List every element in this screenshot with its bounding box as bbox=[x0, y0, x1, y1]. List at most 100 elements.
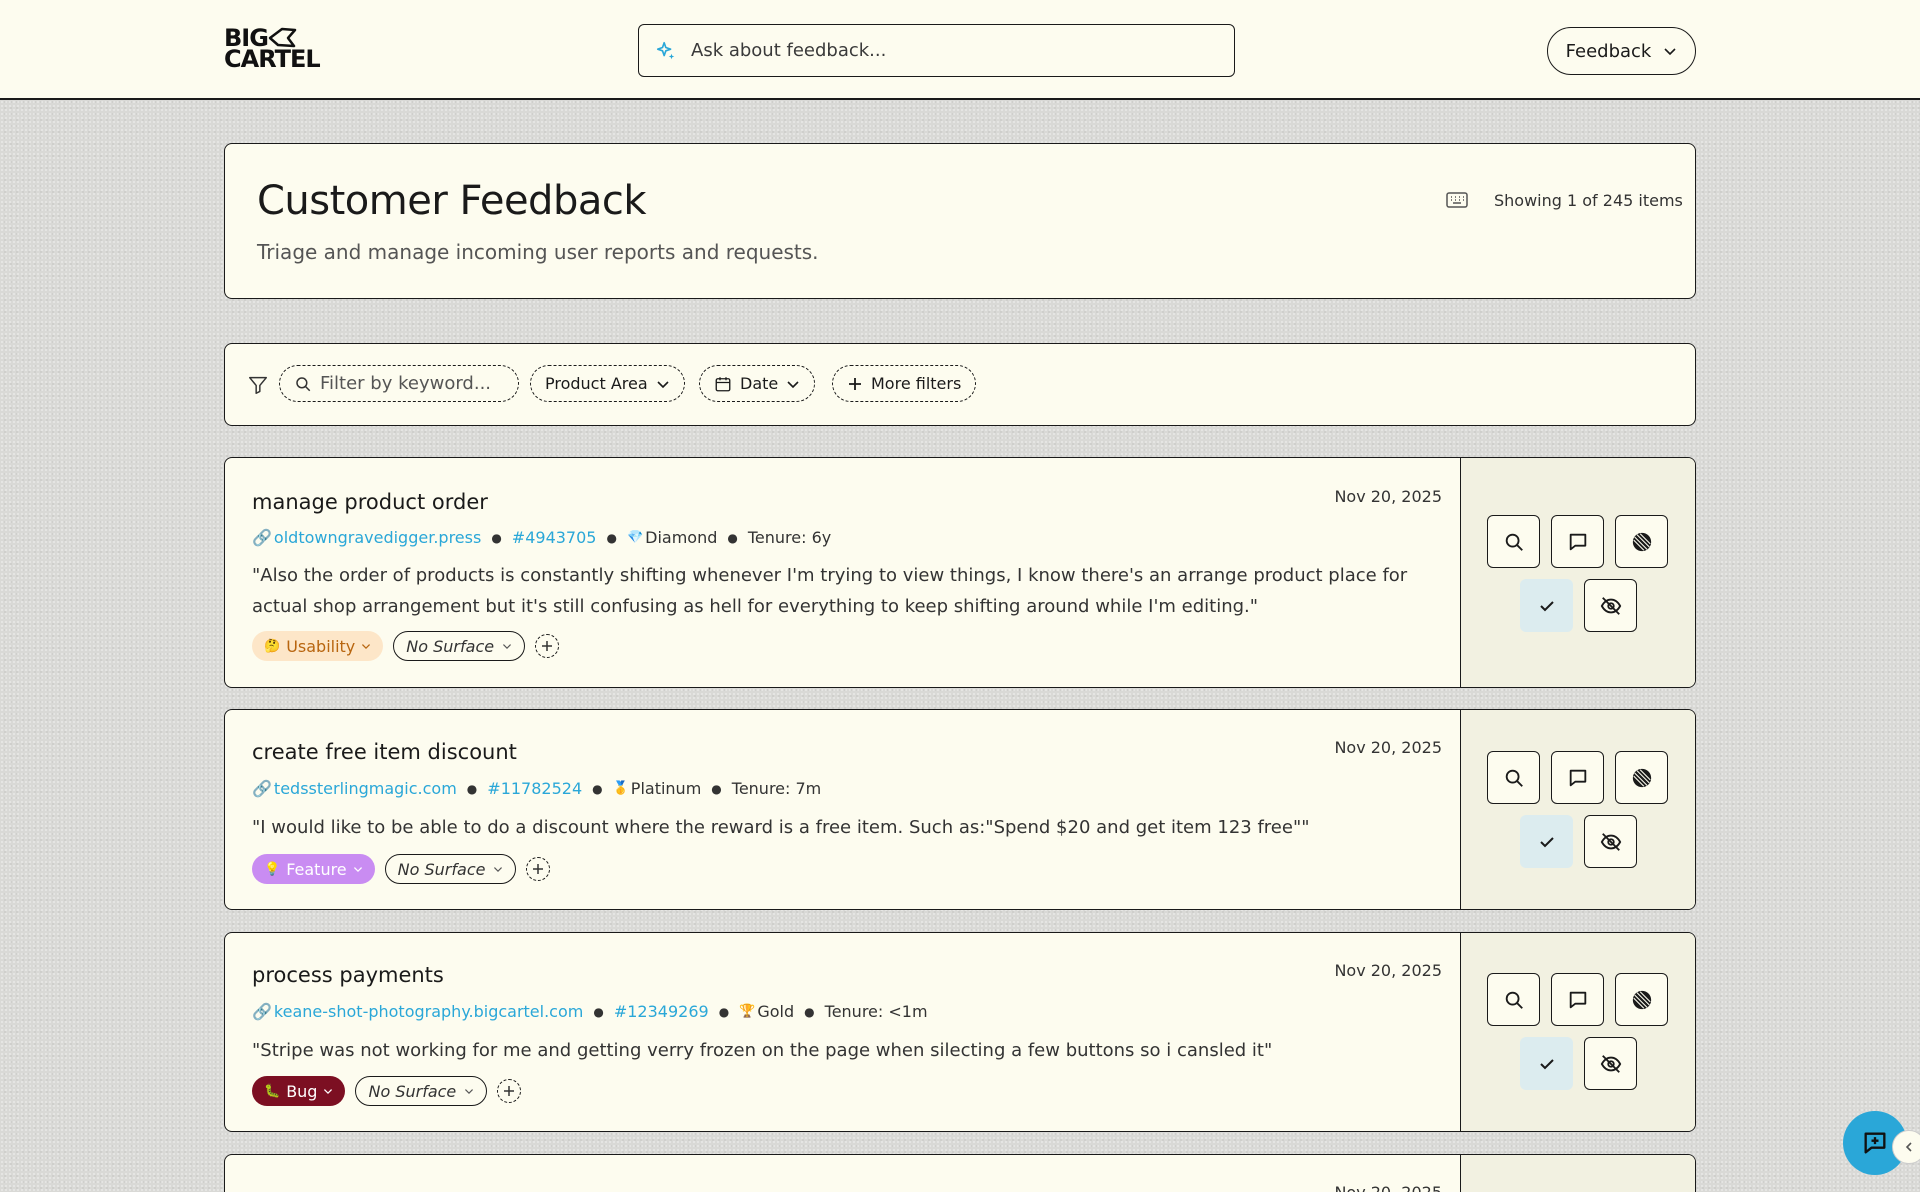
separator-dot: ● bbox=[466, 781, 478, 796]
keyword-filter-input[interactable]: Filter by keyword... bbox=[279, 365, 519, 402]
feedback-tags: 🤔 Usability No Surface bbox=[252, 631, 560, 661]
message-icon bbox=[1569, 533, 1586, 550]
category-tag-label: Usability bbox=[286, 636, 356, 656]
separator-dot: ● bbox=[592, 781, 603, 796]
tier-label: Diamond bbox=[645, 528, 718, 547]
feedback-card[interactable]: manage product order Nov 20, 2025 🔗 oldt… bbox=[224, 457, 1696, 688]
add-tag-button[interactable] bbox=[526, 857, 551, 881]
surface-dropdown[interactable]: No Surface bbox=[384, 854, 517, 884]
check-icon bbox=[1539, 1058, 1554, 1069]
add-tag-button[interactable] bbox=[535, 634, 560, 658]
surface-dropdown[interactable]: No Surface bbox=[393, 631, 526, 661]
collapse-panel-button[interactable] bbox=[1892, 1130, 1920, 1164]
comment-button[interactable] bbox=[1551, 973, 1604, 1026]
link-icon: 🔗 bbox=[252, 1002, 272, 1021]
top-bar: BIG CARTEL Ask about feedback... Feedbac… bbox=[0, 0, 1920, 100]
feedback-quote: "I would like to be able to do a discoun… bbox=[252, 817, 1310, 838]
chevron-down-icon bbox=[494, 867, 503, 872]
big-cartel-logo[interactable]: BIG CARTEL bbox=[224, 26, 328, 74]
eye-off-icon bbox=[1600, 596, 1621, 615]
resolve-button[interactable] bbox=[1520, 1037, 1573, 1090]
feedback-title[interactable]: process payments bbox=[252, 963, 444, 987]
linear-icon bbox=[1632, 532, 1651, 551]
link-icon: 🔗 bbox=[252, 779, 272, 798]
page-title: Customer Feedback bbox=[257, 178, 647, 224]
hide-button[interactable] bbox=[1584, 1037, 1637, 1090]
search-button[interactable] bbox=[1487, 973, 1540, 1026]
chevron-down-icon bbox=[503, 644, 512, 649]
tenure-label: Tenure: <1m bbox=[824, 1002, 928, 1021]
feedback-card[interactable]: Nov 20, 2025 bbox=[224, 1154, 1696, 1192]
logo-line-2: CARTEL bbox=[224, 45, 321, 73]
separator-dot: ● bbox=[606, 530, 617, 545]
keyword-filter-placeholder: Filter by keyword... bbox=[320, 373, 492, 394]
search-icon bbox=[296, 376, 311, 391]
hide-button[interactable] bbox=[1584, 579, 1637, 632]
feedback-meta: 🔗 keane-shot-photography.bigcartel.com ●… bbox=[252, 1002, 928, 1021]
category-tag-dropdown[interactable]: 🤔 Usability bbox=[252, 631, 384, 661]
feedback-date: Nov 20, 2025 bbox=[1334, 961, 1442, 980]
product-area-filter[interactable]: Product Area bbox=[530, 365, 685, 402]
category-tag-dropdown[interactable]: 💡 Feature bbox=[252, 854, 375, 884]
feedback-title[interactable]: create free item discount bbox=[252, 740, 517, 764]
feedback-card[interactable]: create free item discount Nov 20, 2025 🔗… bbox=[224, 709, 1696, 910]
date-filter[interactable]: Date bbox=[699, 365, 816, 402]
separator-dot: ● bbox=[804, 1004, 815, 1019]
plus-icon bbox=[542, 641, 553, 651]
date-filter-label: Date bbox=[740, 374, 779, 393]
feedback-meta: 🔗 tedssterlingmagic.com ● #11782524 ● 🥇 … bbox=[252, 779, 821, 798]
feedback-meta: 🔗 oldtowngravedigger.press ● #4943705 ● … bbox=[252, 528, 831, 547]
chevron-down-icon bbox=[353, 867, 362, 873]
shop-link[interactable]: tedssterlingmagic.com bbox=[274, 779, 457, 798]
feedback-date: Nov 20, 2025 bbox=[1334, 487, 1442, 506]
linear-icon bbox=[1632, 990, 1651, 1009]
add-tag-button[interactable] bbox=[497, 1079, 522, 1103]
feedback-tags: 💡 Feature No Surface bbox=[252, 854, 551, 884]
feedback-date: Nov 20, 2025 bbox=[1334, 738, 1442, 757]
comment-button[interactable] bbox=[1551, 515, 1604, 568]
resolve-button[interactable] bbox=[1520, 815, 1573, 868]
shop-id-link[interactable]: #11782524 bbox=[487, 779, 582, 798]
bug-icon: 🐛 bbox=[264, 1083, 281, 1099]
linear-button[interactable] bbox=[1615, 515, 1668, 568]
surface-dropdown[interactable]: No Surface bbox=[355, 1076, 488, 1106]
feedback-dropdown-label: Feedback bbox=[1565, 40, 1652, 62]
lightbulb-icon: 💡 bbox=[264, 861, 281, 877]
search-icon bbox=[1505, 533, 1523, 551]
eye-off-icon bbox=[1600, 1054, 1621, 1073]
linear-button[interactable] bbox=[1615, 973, 1668, 1026]
page-header-panel: Customer Feedback Triage and manage inco… bbox=[224, 143, 1696, 299]
category-tag-dropdown[interactable]: 🐛 Bug bbox=[252, 1076, 346, 1106]
feedback-card-main: Nov 20, 2025 bbox=[225, 1155, 1460, 1192]
feedback-title[interactable]: manage product order bbox=[252, 490, 488, 514]
shop-id-link[interactable]: #12349269 bbox=[614, 1002, 709, 1021]
shop-link[interactable]: keane-shot-photography.bigcartel.com bbox=[274, 1002, 583, 1021]
page-subtitle: Triage and manage incoming user reports … bbox=[257, 240, 819, 264]
chevron-down-icon bbox=[362, 644, 371, 650]
category-tag-label: Bug bbox=[286, 1081, 318, 1101]
more-filters-button[interactable]: More filters bbox=[832, 365, 977, 402]
ask-feedback-input[interactable]: Ask about feedback... bbox=[638, 24, 1235, 77]
plus-icon bbox=[533, 864, 544, 874]
message-icon bbox=[1569, 991, 1586, 1008]
shop-link[interactable]: oldtowngravedigger.press bbox=[274, 528, 481, 547]
comment-button[interactable] bbox=[1551, 751, 1604, 804]
filter-bar: Filter by keyword... Product Area Date M… bbox=[224, 343, 1696, 426]
feedback-dropdown[interactable]: Feedback bbox=[1547, 27, 1696, 75]
search-icon bbox=[1505, 991, 1523, 1009]
chevron-down-icon bbox=[1664, 48, 1676, 56]
hide-button[interactable] bbox=[1584, 815, 1637, 868]
shop-id-link[interactable]: #4943705 bbox=[512, 528, 597, 547]
separator-dot: ● bbox=[718, 1004, 730, 1019]
search-button[interactable] bbox=[1487, 751, 1540, 804]
resolve-button[interactable] bbox=[1520, 579, 1573, 632]
keyboard-icon[interactable] bbox=[1446, 191, 1468, 209]
feedback-card[interactable]: process payments Nov 20, 2025 🔗 keane-sh… bbox=[224, 932, 1696, 1132]
chevron-down-icon bbox=[787, 380, 799, 388]
surface-label: No Surface bbox=[397, 859, 486, 879]
search-button[interactable] bbox=[1487, 515, 1540, 568]
linear-button[interactable] bbox=[1615, 751, 1668, 804]
feedback-tags: 🐛 Bug No Surface bbox=[252, 1076, 522, 1106]
tier-icon: 💎 bbox=[626, 530, 644, 545]
message-icon bbox=[1569, 769, 1586, 786]
